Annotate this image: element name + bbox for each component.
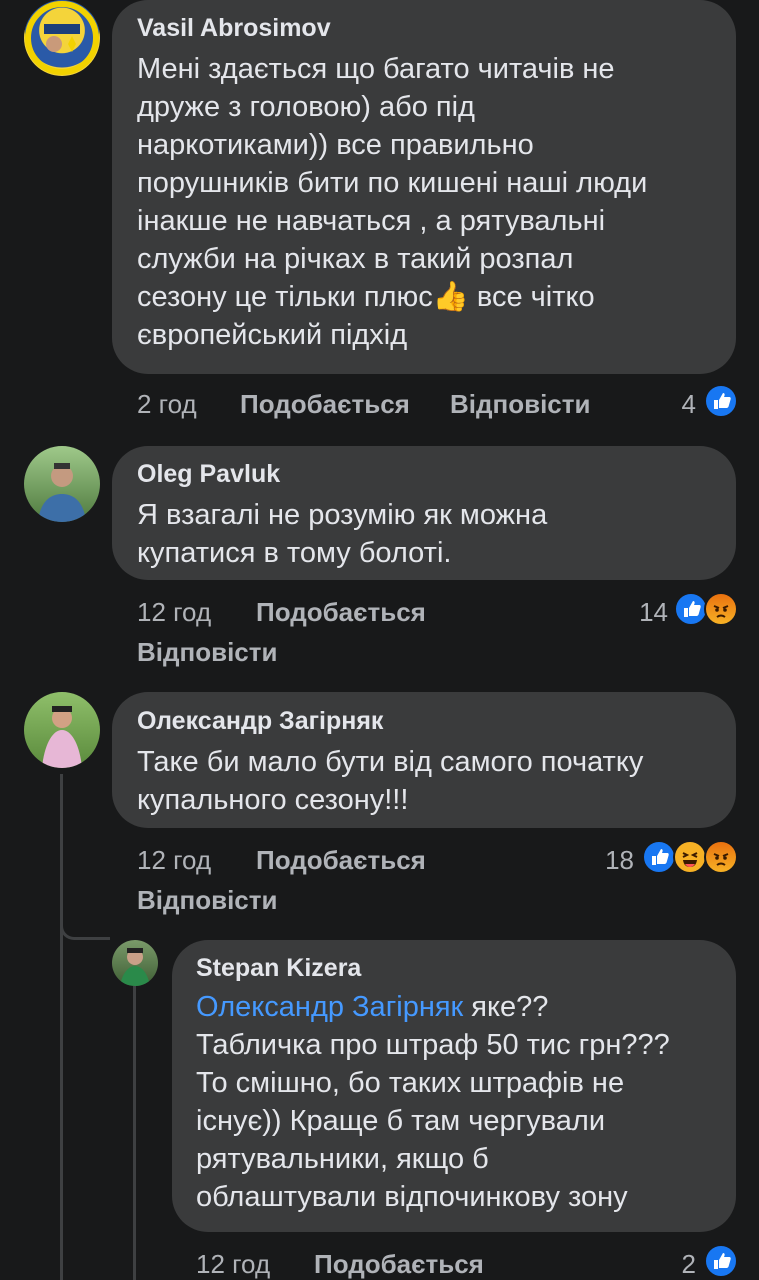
like-button[interactable]: Подобається (240, 389, 410, 420)
avatar-image-icon (38, 463, 86, 522)
reply-text-part: яке?? Табличка про штраф 50 тис грн??? Т… (196, 991, 670, 1213)
avatar-image-icon (25, 1, 99, 75)
reply-button[interactable]: Відповісти (137, 637, 277, 668)
like-button[interactable]: Подобається (256, 597, 426, 628)
angry-icon (704, 592, 738, 626)
like-icon (704, 384, 738, 418)
angry-icon (704, 840, 738, 874)
thumbs-up-emoji-icon: 👍 (432, 281, 469, 313)
reaction-count: 14 (639, 597, 668, 627)
haha-icon (673, 840, 707, 874)
like-button[interactable]: Подобається (256, 845, 426, 876)
reply-text: Олександр Загірняк яке?? Табличка про шт… (196, 988, 726, 1216)
reaction-count: 2 (681, 1249, 696, 1279)
reaction-count: 18 (605, 845, 634, 875)
reply-button[interactable]: Відповісти (137, 885, 277, 916)
reply-thread-line (133, 986, 136, 1280)
reaction-count: 4 (681, 389, 696, 419)
avatar[interactable] (24, 0, 100, 76)
comment-author[interactable]: Олександр Загірняк (137, 707, 383, 736)
reply-button[interactable]: Відповісти (450, 389, 590, 420)
like-icon (642, 840, 676, 874)
like-icon (674, 592, 708, 626)
thread-line (60, 774, 63, 1280)
avatar-image-icon (120, 948, 150, 986)
like-button[interactable]: Подобається (314, 1249, 484, 1280)
thread-branch (60, 916, 110, 940)
comment-text: Мені здається що багато читачів не друже… (137, 50, 727, 354)
avatar-image-icon (42, 706, 82, 768)
comment-author[interactable]: Vasil Abrosimov (137, 14, 331, 43)
avatar[interactable] (24, 446, 100, 522)
reply-author[interactable]: Stepan Kizera (196, 954, 361, 983)
comment-text: Таке би мало бути від самого початку куп… (137, 746, 644, 816)
comment-time[interactable]: 12 год (137, 597, 211, 628)
reply-time[interactable]: 12 год (196, 1249, 270, 1280)
comment-time[interactable]: 2 год (137, 389, 197, 420)
mention-link[interactable]: Олександр Загірняк (196, 991, 463, 1023)
comment-text: Я взагалі не розумію як можна купатися в… (137, 499, 548, 569)
comment-time[interactable]: 12 год (137, 845, 211, 876)
comment-author[interactable]: Oleg Pavluk (137, 460, 280, 489)
comment-text-part: Мені здається що багато читачів не друже… (137, 53, 648, 313)
like-icon (704, 1244, 738, 1278)
avatar[interactable] (24, 692, 100, 768)
avatar[interactable] (112, 940, 158, 986)
